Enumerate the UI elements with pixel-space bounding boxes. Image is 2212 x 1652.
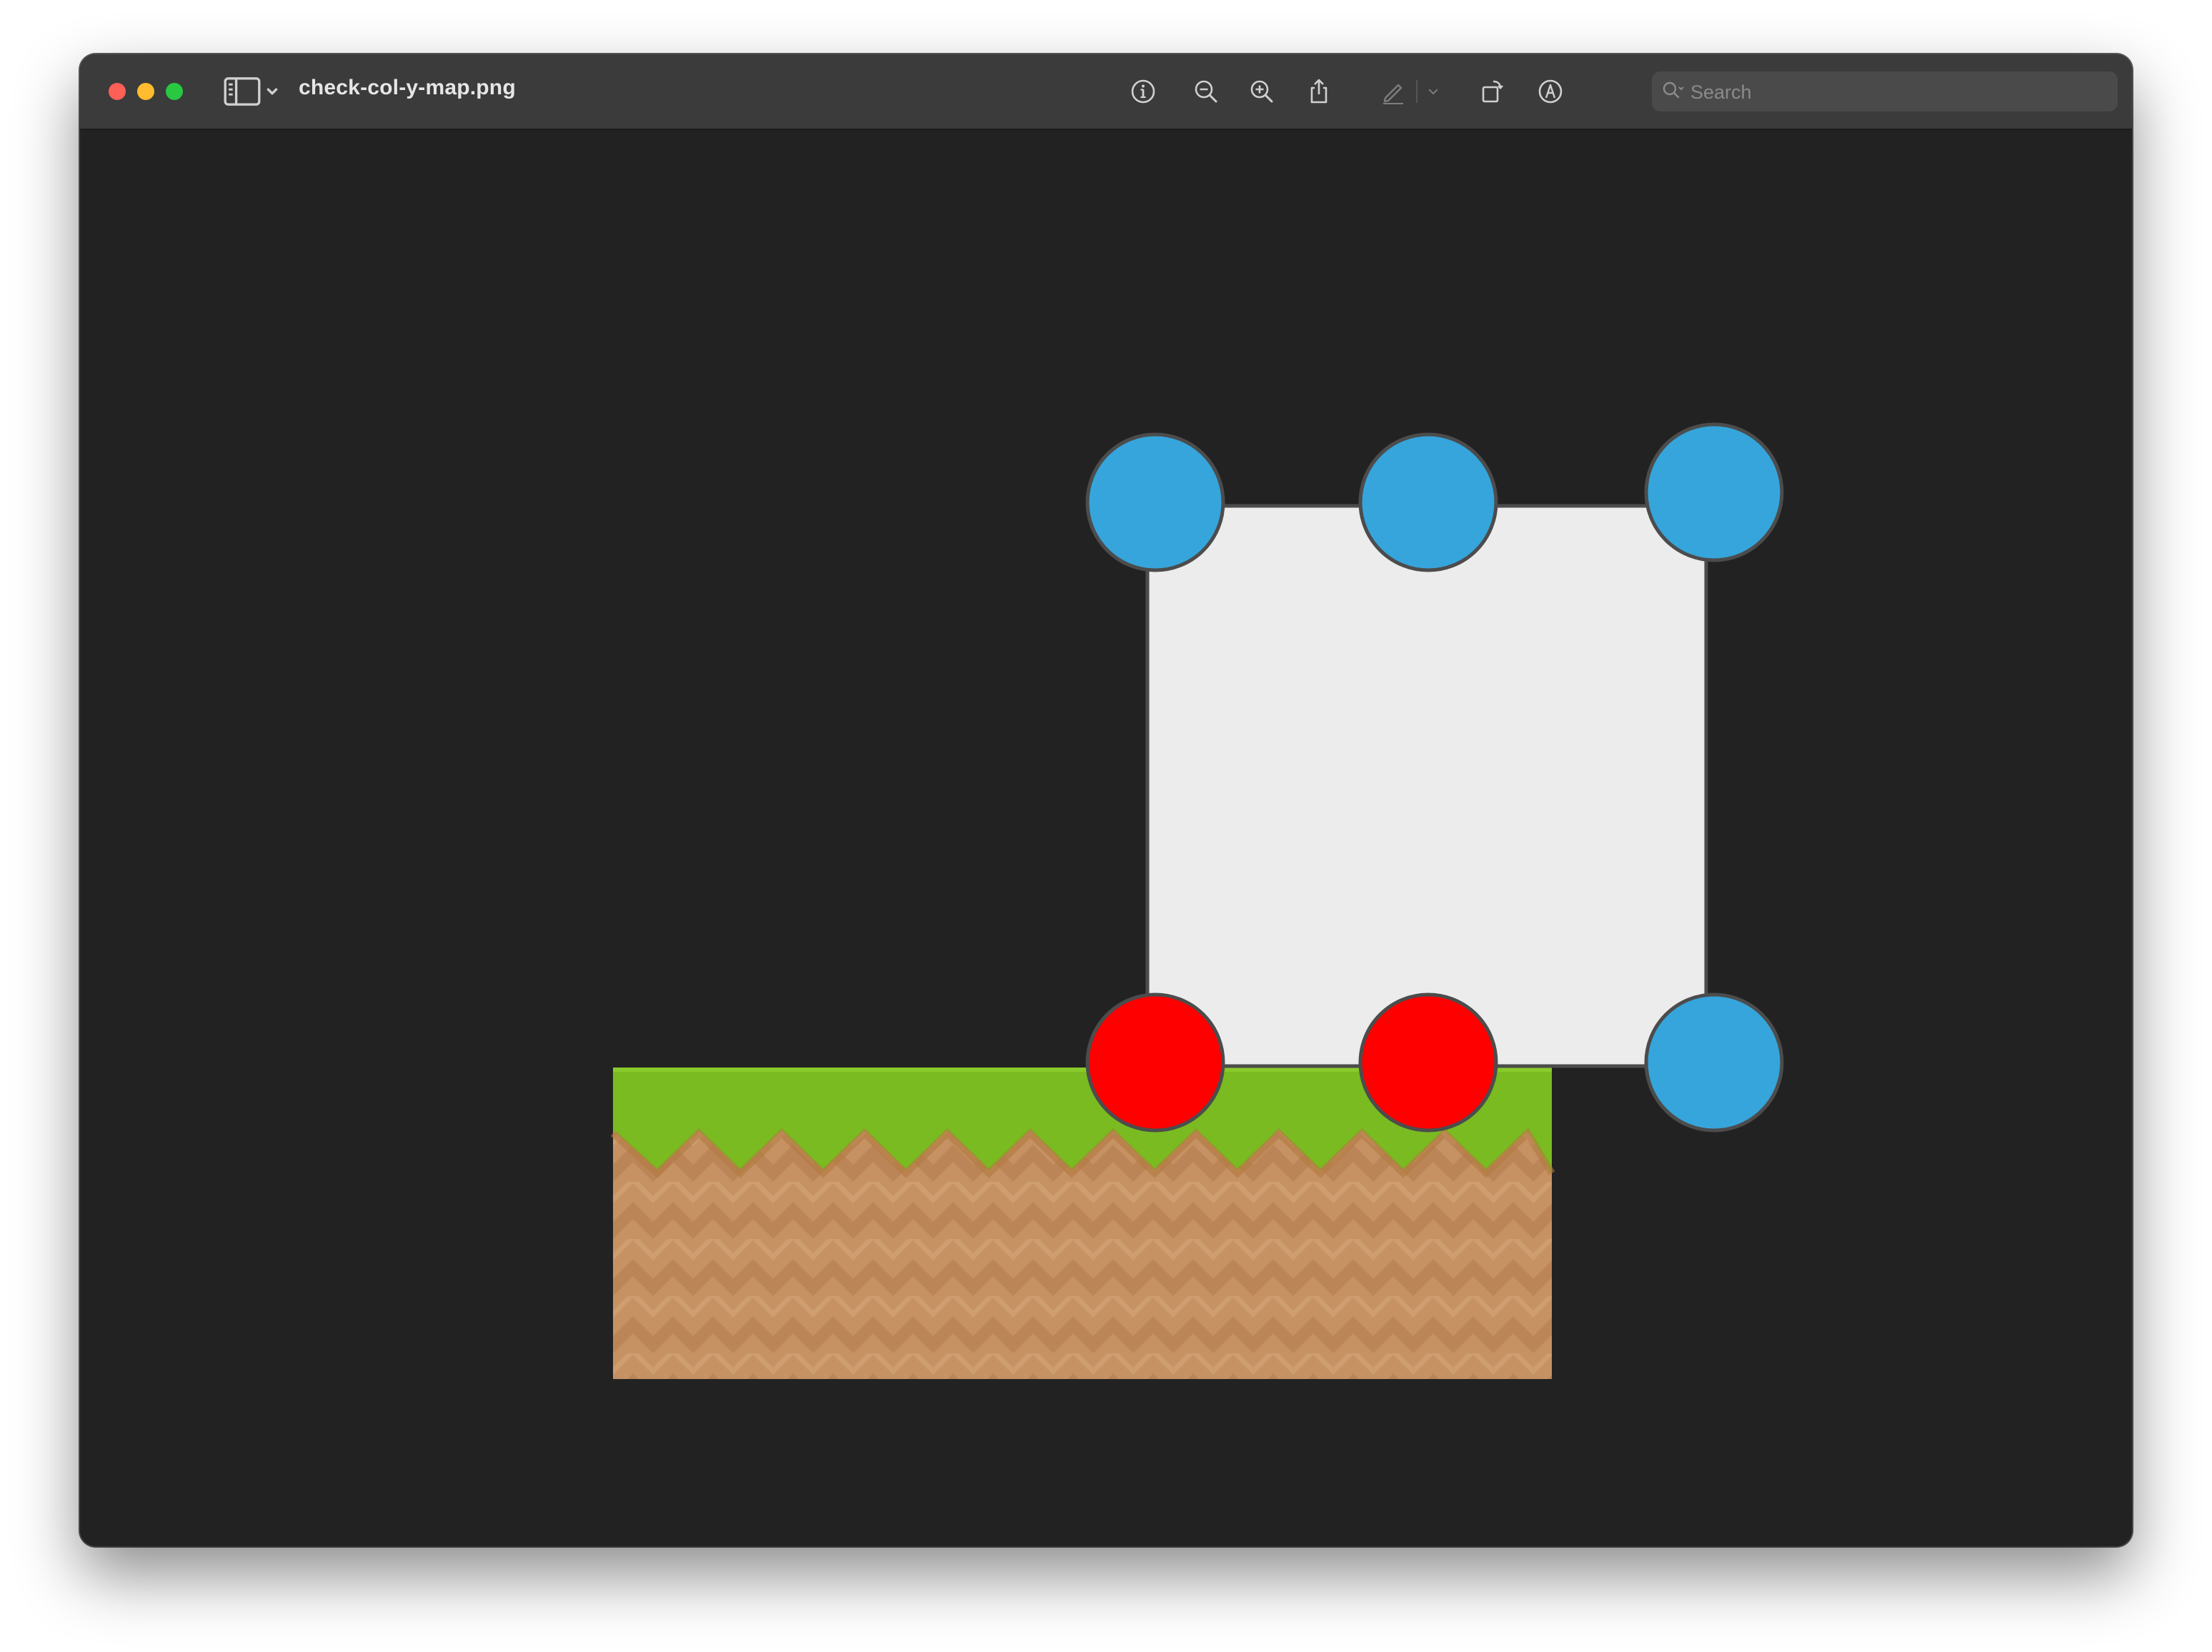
pen-options-button[interactable]: [1418, 70, 1449, 113]
minimize-window-button[interactable]: [137, 83, 154, 100]
title-bar: check-col-y-map.png: [80, 54, 2132, 130]
fullscreen-window-button[interactable]: [166, 83, 183, 100]
bottom-center-point: [1358, 992, 1498, 1133]
bottom-left-point: [1085, 992, 1225, 1133]
player-box: [1145, 504, 1708, 1068]
top-right-point: [1644, 422, 1784, 562]
sidebar-toggle-button[interactable]: [220, 70, 284, 113]
zoom-out-icon: [1195, 80, 1217, 103]
markup-icon: [1538, 79, 1563, 104]
bottom-right-point: [1644, 992, 1784, 1133]
zoom-out-button[interactable]: [1185, 70, 1227, 113]
search-icon: [1663, 81, 1684, 99]
search-input[interactable]: [1689, 71, 2106, 113]
top-center-point: [1358, 432, 1498, 572]
zoom-in-button[interactable]: [1240, 70, 1283, 113]
window-title: check-col-y-map.png: [299, 76, 516, 99]
image-content: [610, 422, 1784, 1379]
get-info-button[interactable]: [1122, 70, 1165, 113]
rotate-button[interactable]: [1470, 70, 1513, 113]
preview-window: check-col-y-map.png: [80, 54, 2132, 1546]
chevron-down-icon: [1428, 89, 1438, 94]
zoom-in-icon: [1250, 80, 1273, 103]
search-field[interactable]: [1652, 71, 2118, 113]
share-button[interactable]: [1297, 70, 1340, 113]
image-canvas: [80, 130, 2132, 1546]
chevron-down-icon: [266, 88, 278, 95]
close-window-button[interactable]: [109, 83, 126, 100]
rotate-icon: [1482, 80, 1503, 103]
pen-icon: [1383, 84, 1403, 104]
share-icon: [1310, 79, 1327, 104]
sidebar-icon: [224, 77, 278, 106]
markup-button[interactable]: [1529, 70, 1572, 113]
markup-pen-button[interactable]: [1372, 70, 1415, 113]
top-left-point: [1085, 432, 1225, 572]
info-icon: [1131, 79, 1155, 104]
